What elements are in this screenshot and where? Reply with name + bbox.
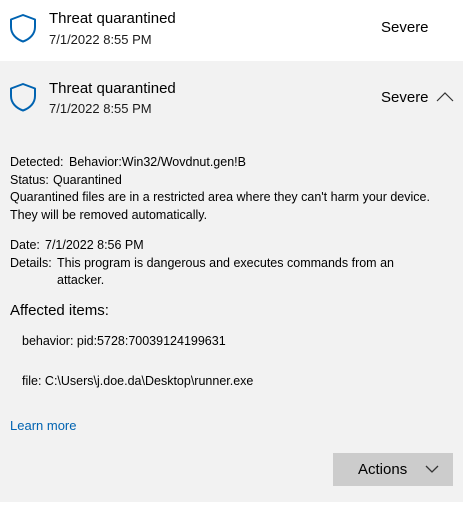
date-label: Date:	[10, 238, 40, 252]
affected-item: behavior: pid:5728:70039124199631	[22, 334, 226, 348]
actions-label: Actions	[358, 461, 408, 478]
item-title: Threat quarantined	[49, 10, 176, 27]
status-value: Quarantined	[53, 173, 122, 187]
learn-more-link[interactable]: Learn more	[10, 418, 76, 433]
affected-items-heading: Affected items:	[10, 302, 109, 319]
date-value: 7/1/2022 8:56 PM	[45, 238, 144, 252]
actions-button[interactable]: Actions	[333, 453, 453, 486]
severity-label: Severe	[381, 19, 429, 36]
severity-label: Severe	[381, 89, 429, 106]
item-title: Threat quarantined	[49, 80, 176, 97]
details-text-line1: This program is dangerous and executes c…	[57, 256, 394, 270]
threat-item-2-expanded: Threat quarantined 7/1/2022 8:55 PM Seve…	[0, 61, 463, 502]
detected-label: Detected:	[10, 155, 64, 169]
details-label: Details:	[10, 256, 52, 270]
shield-icon	[10, 83, 36, 112]
threat-item-1[interactable]: Threat quarantined 7/1/2022 8:55 PM Seve…	[0, 0, 463, 61]
status-description-line2: They will be removed automatically.	[10, 208, 208, 222]
status-description-line1: Quarantined files are in a restricted ar…	[10, 190, 430, 204]
affected-item: file: C:\Users\j.doe.da\Desktop\runner.e…	[22, 374, 254, 388]
item-timestamp: 7/1/2022 8:55 PM	[49, 101, 152, 116]
status-label: Status:	[10, 173, 49, 187]
shield-icon	[10, 14, 36, 43]
details-text-line2: attacker.	[57, 273, 105, 287]
chevron-down-icon	[425, 465, 439, 473]
item-timestamp: 7/1/2022 8:55 PM	[49, 32, 152, 47]
chevron-up-icon[interactable]	[436, 92, 454, 102]
detected-value: Behavior:Win32/Wovdnut.gen!B	[69, 155, 246, 169]
